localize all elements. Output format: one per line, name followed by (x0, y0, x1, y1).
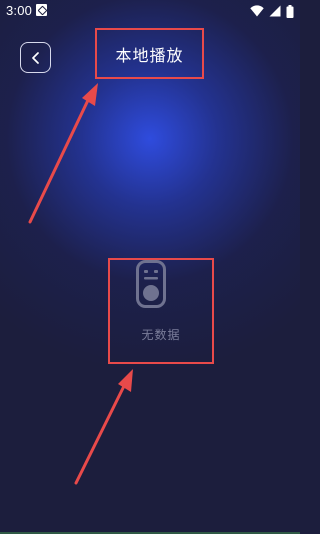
status-time: 3:00 (6, 3, 33, 18)
notification-app-icon (36, 4, 47, 16)
wifi-icon (250, 5, 264, 17)
status-icons (250, 4, 294, 18)
empty-state-text: 无数据 (141, 328, 181, 342)
signal-icon (269, 5, 281, 17)
empty-state: 无数据 (108, 258, 214, 364)
status-bar: 3:00 (0, 0, 300, 22)
battery-icon (286, 4, 294, 18)
back-button[interactable] (20, 42, 51, 73)
chevron-left-icon (31, 51, 39, 64)
page-title: 本地播放 (95, 28, 204, 79)
remote-control-icon (136, 260, 166, 308)
